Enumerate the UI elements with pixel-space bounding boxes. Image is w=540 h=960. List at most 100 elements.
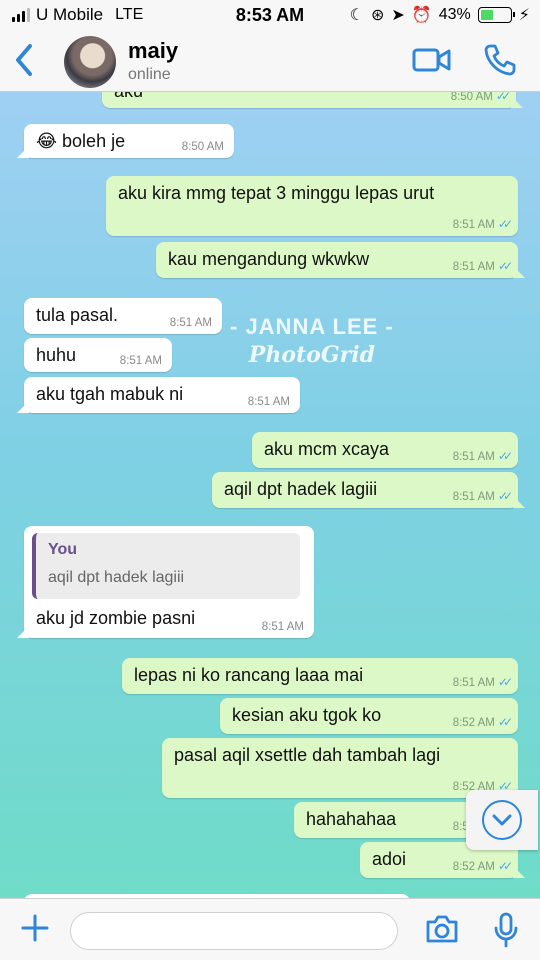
message-meta: 8:52 AM✓✓: [452, 715, 513, 729]
message-bubble-outgoing[interactable]: pasal aqil xsettle dah tambah lagi 8:52 …: [162, 738, 518, 798]
message-text: 😂 boleh je: [36, 131, 126, 151]
bubble-tail: [17, 626, 29, 638]
chevron-left-icon: [16, 44, 32, 76]
video-call-button[interactable]: [412, 46, 452, 79]
contact-name[interactable]: maiy: [128, 38, 178, 64]
moon-icon: ☾: [349, 7, 364, 24]
contact-status: online: [128, 66, 171, 83]
bubble-tail: [17, 401, 29, 413]
message-text: aku jd zombie pasni: [36, 608, 196, 628]
message-time: 8:51 AM: [119, 355, 162, 367]
read-receipt-icon: ✓✓: [497, 675, 513, 689]
phone-icon: [484, 44, 516, 76]
message-time: 8:52 AM: [452, 861, 495, 873]
quoted-text: aqil dpt hadek lagiii: [48, 569, 185, 586]
message-time: 8:51 AM: [247, 396, 290, 408]
read-receipt-icon: ✓✓: [497, 859, 513, 873]
message-meta: 8:52 AM✓✓: [452, 859, 513, 873]
message-meta: 8:51 AM ✓✓: [452, 217, 513, 231]
message-bubble-incoming[interactable]: 😂 boleh je 8:50 AM: [17, 124, 234, 158]
chat-area[interactable]: - JANNA LEE - PhotoGrid aku 8:50 AM✓✓ 😂 …: [0, 92, 540, 898]
message-meta: 8:51 AM ✓✓: [452, 259, 513, 273]
alarm-icon: ⏰: [411, 7, 432, 24]
message-text: aku: [114, 92, 143, 102]
attach-button[interactable]: [20, 913, 50, 948]
status-bar: U Mobile LTE 8:53 AM ☾ ⊛ ➤ ⏰ 43% ⚡: [0, 0, 540, 30]
scroll-to-bottom-button[interactable]: [466, 790, 538, 850]
message-text: kesian aku tgok ko: [232, 705, 382, 725]
message-bubble-outgoing[interactable]: aku mcm xcaya 8:51 AM ✓✓: [252, 432, 518, 468]
read-receipt-icon: ✓✓: [497, 489, 513, 503]
quoted-message[interactable]: You aqil dpt hadek lagiii: [32, 533, 300, 599]
microphone-icon: [494, 912, 518, 948]
message-meta: 8:50 AM ✓✓: [450, 92, 511, 103]
watermark-brand: PhotoGrid: [248, 342, 375, 368]
message-bubble-incoming[interactable]: tula pasal. 8:51 AM: [24, 298, 222, 334]
charging-icon: ⚡: [518, 7, 530, 24]
camera-button[interactable]: [424, 913, 460, 950]
bubble-tail: [513, 866, 525, 878]
contact-avatar[interactable]: [64, 36, 116, 88]
message-text: kau mengandung wkwkw: [168, 249, 370, 269]
message-text: adoi: [372, 849, 407, 869]
message-text: aku mcm xcaya: [264, 439, 390, 459]
message-text: huhu: [36, 345, 77, 365]
message-time: 8:51 AM: [452, 451, 495, 463]
message-meta: 8:51 AM ✓✓: [452, 675, 513, 689]
message-bubble-outgoing[interactable]: kau mengandung wkwkw 8:51 AM ✓✓: [156, 242, 525, 278]
message-meta: 8:51 AM ✓✓: [452, 489, 513, 503]
back-button[interactable]: [10, 40, 40, 80]
message-text: tula pasal.: [36, 305, 119, 325]
message-time: 8:50 AM: [181, 141, 224, 153]
message-bubble-outgoing[interactable]: kesian aku tgok ko 8:52 AM ✓✓: [220, 698, 518, 734]
message-time: 8:51 AM: [169, 317, 212, 329]
message-bubble-incoming[interactable]: huhu 8:51 AM: [24, 338, 172, 372]
bubble-tail: [511, 96, 523, 108]
battery-fill: [480, 10, 493, 20]
message-bubble-outgoing[interactable]: lepas ni ko rancang laaa mai 8:51 AM ✓✓: [122, 658, 518, 694]
message-time: 8:51 AM: [452, 219, 495, 231]
message-text: aku tgah mabuk ni: [36, 384, 184, 404]
read-receipt-icon: ✓✓: [497, 259, 513, 273]
bubble-tail: [513, 266, 525, 278]
message-time: 8:52 AM: [452, 717, 495, 729]
microphone-button[interactable]: [492, 911, 520, 954]
rotation-lock-icon: ⊛: [371, 7, 385, 24]
message-bubble-outgoing[interactable]: aqil dpt hadek lagiii 8:51 AM ✓✓: [212, 472, 525, 508]
message-time: 8:51 AM: [452, 261, 495, 273]
message-bubble-incoming[interactable]: aku tgah mabuk ni 8:51 AM: [17, 377, 300, 413]
message-meta: 8:51 AM ✓✓: [452, 449, 513, 463]
message-time: 8:51 AM: [261, 621, 304, 633]
message-bubble-outgoing[interactable]: aku kira mmg tepat 3 minggu lepas urut 8…: [106, 176, 518, 236]
message-text: aku kira mmg tepat 3 minggu lepas urut: [118, 183, 435, 203]
chevron-down-icon: [482, 800, 522, 840]
message-time: 8:51 AM: [452, 677, 495, 689]
message-time: 8:51 AM: [452, 491, 495, 503]
read-receipt-icon: ✓✓: [497, 449, 513, 463]
read-receipt-icon: ✓✓: [497, 715, 513, 729]
read-receipt-icon: ✓✓: [497, 217, 513, 231]
plus-icon: [21, 914, 49, 942]
message-text: aqil dpt hadek lagiii: [224, 479, 378, 499]
battery-percent: 43%: [438, 6, 471, 23]
watermark: - JANNA LEE - PhotoGrid: [230, 314, 394, 368]
message-bubble-outgoing[interactable]: aku 8:50 AM✓✓: [102, 92, 523, 108]
message-text: pasal aqil xsettle dah tambah lagi: [174, 745, 441, 765]
watermark-name: - JANNA LEE -: [230, 314, 394, 339]
battery-icon: [477, 7, 515, 23]
chat-header: maiy online: [0, 30, 540, 92]
quoted-author: You: [48, 541, 78, 558]
read-receipt-icon: ✓✓: [495, 92, 511, 103]
message-bubble-incoming-reply[interactable]: You aqil dpt hadek lagiii aku jd zombie …: [17, 526, 314, 638]
message-time: 8:50 AM: [450, 92, 493, 103]
status-right: ☾ ⊛ ➤ ⏰ 43% ⚡: [350, 5, 530, 25]
message-input-bar: [0, 898, 540, 960]
location-icon: ➤: [391, 7, 405, 24]
video-camera-icon: [412, 48, 451, 72]
message-input[interactable]: [70, 912, 398, 950]
voice-call-button[interactable]: [482, 42, 518, 83]
message-text: lepas ni ko rancang laaa mai: [134, 665, 364, 685]
camera-icon: [426, 915, 458, 943]
bubble-tail: [17, 146, 29, 158]
bubble-tail: [513, 496, 525, 508]
